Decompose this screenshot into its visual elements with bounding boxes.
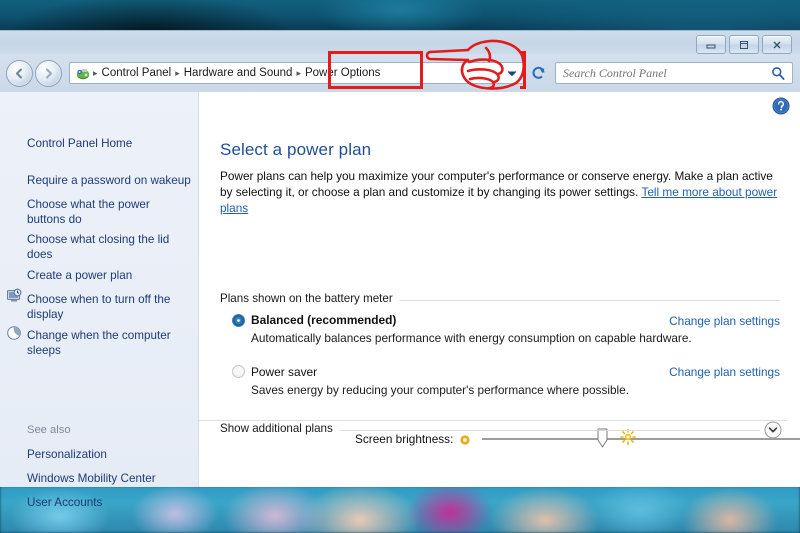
bright-sun-icon — [620, 429, 636, 445]
control-panel-icon — [77, 69, 89, 80]
back-button[interactable] — [6, 59, 33, 87]
desktop: ▸ Control Panel ▸ Hardware and Sound ▸ P… — [0, 0, 800, 533]
window-controls — [696, 35, 792, 54]
breadcrumb-control-panel[interactable]: Control Panel — [99, 66, 175, 80]
sidebar-item-computer-sleeps[interactable]: Change when the computer sleeps — [27, 328, 192, 358]
address-dropdown-button[interactable] — [503, 63, 521, 83]
breadcrumb-power-options[interactable]: Power Options — [302, 66, 383, 80]
search-box[interactable] — [555, 62, 793, 84]
sidebar-item-power-buttons[interactable]: Choose what the power buttons do — [27, 197, 177, 227]
window-titlebar — [0, 31, 800, 54]
plan-name-balanced: Balanced (recommended) — [251, 313, 397, 327]
control-panel-window: ▸ Control Panel ▸ Hardware and Sound ▸ P… — [0, 30, 800, 509]
plan-name-power-saver: Power saver — [251, 365, 318, 379]
sidebar-item-turn-off-display[interactable]: Choose when to turn off the display — [27, 292, 190, 322]
help-icon[interactable] — [772, 97, 790, 115]
moon-sleep-icon — [6, 325, 22, 341]
refresh-icon — [532, 66, 544, 79]
sidebar-item-require-password[interactable]: Require a password on wakeup — [27, 173, 193, 188]
chevron-down-icon — [507, 70, 517, 76]
close-button[interactable] — [762, 35, 792, 54]
sidebar: Control Panel Home Require a password on… — [0, 92, 199, 509]
search-icon — [768, 66, 788, 80]
sidebar-item-windows-mobility-center[interactable]: Windows Mobility Center — [27, 471, 156, 486]
chevron-right-icon — [46, 68, 52, 78]
address-bar[interactable]: ▸ Control Panel ▸ Hardware and Sound ▸ P… — [69, 62, 524, 84]
plan-description-balanced: Automatically balances performance with … — [251, 331, 692, 345]
sidebar-item-closing-lid[interactable]: Choose what closing the lid does — [27, 232, 185, 262]
footer-divider — [199, 420, 787, 421]
breadcrumb-hardware-and-sound[interactable]: Hardware and Sound — [181, 66, 296, 80]
forward-button[interactable] — [35, 59, 62, 87]
change-plan-settings-balanced[interactable]: Change plan settings — [669, 314, 780, 328]
maximize-button[interactable] — [729, 35, 759, 54]
search-input[interactable] — [556, 64, 768, 82]
page-description: Power plans can help you maximize your c… — [220, 168, 780, 216]
change-plan-settings-power-saver[interactable]: Change plan settings — [669, 365, 780, 379]
plan-description-power-saver: Saves energy by reducing your computer's… — [251, 383, 629, 397]
show-additional-plans-label[interactable]: Show additional plans — [220, 422, 340, 435]
sidebar-item-control-panel-home[interactable]: Control Panel Home — [27, 136, 132, 151]
sidebar-item-create-power-plan[interactable]: Create a power plan — [27, 268, 187, 283]
brightness-label: Screen brightness: — [355, 432, 454, 446]
refresh-button[interactable] — [527, 62, 549, 84]
navigation-bar: ▸ Control Panel ▸ Hardware and Sound ▸ P… — [0, 54, 800, 92]
minimize-button[interactable] — [696, 35, 726, 54]
see-also-label: See also — [27, 424, 71, 436]
sidebar-item-user-accounts[interactable]: User Accounts — [27, 495, 102, 510]
brightness-slider-track[interactable] — [482, 438, 800, 440]
page-title: Select a power plan — [220, 140, 372, 159]
desktop-wallpaper-bottom — [0, 486, 800, 533]
radio-balanced[interactable] — [232, 314, 245, 327]
brightness-slider-thumb[interactable] — [597, 428, 608, 448]
group-header-battery-meter: Plans shown on the battery meter — [220, 292, 400, 305]
radio-power-saver[interactable] — [232, 365, 245, 378]
chevron-left-icon — [16, 68, 22, 78]
display-clock-icon — [6, 288, 22, 304]
dim-sun-icon — [459, 433, 471, 445]
sidebar-item-personalization[interactable]: Personalization — [27, 447, 107, 462]
